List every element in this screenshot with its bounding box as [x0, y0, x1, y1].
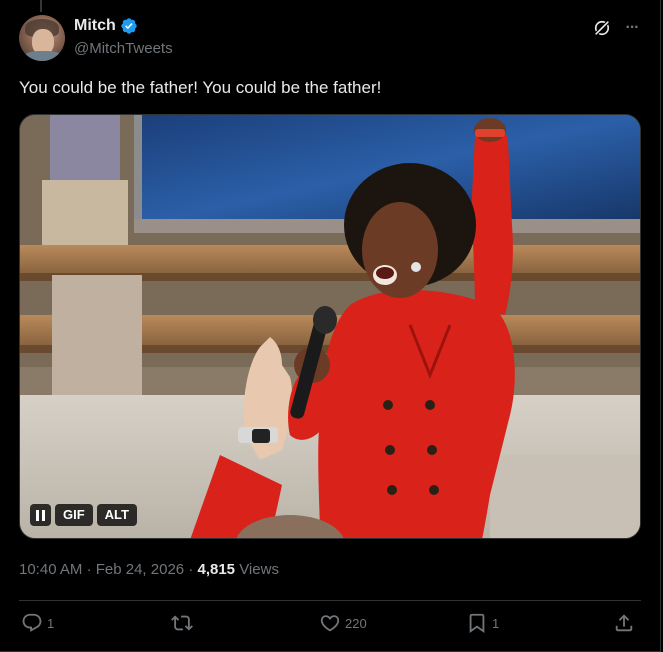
retweet-icon	[171, 615, 193, 631]
share-icon	[615, 614, 633, 632]
avatar[interactable]	[19, 15, 65, 61]
pause-icon	[36, 509, 45, 521]
gif-badge: GIF	[55, 504, 93, 526]
author-name-row: Mitch	[74, 17, 138, 35]
grok-icon[interactable]	[588, 14, 616, 42]
views-label: Views	[239, 561, 279, 578]
like-button[interactable]: 220	[319, 612, 367, 634]
share-button[interactable]	[613, 612, 635, 634]
reply-icon	[22, 613, 42, 632]
meta-separator: ·	[86, 561, 92, 578]
tweet-date[interactable]: Feb 24, 2026	[96, 561, 184, 578]
author-display-name[interactable]: Mitch	[74, 17, 116, 35]
verified-badge-icon[interactable]	[120, 17, 138, 35]
avatar-shirt	[23, 51, 63, 61]
retweet-button[interactable]	[171, 612, 197, 634]
bookmark-button[interactable]: 1	[466, 612, 499, 634]
more-glyph: ···	[625, 19, 640, 36]
tweet-meta: 10:40 AM · Feb 24, 2026 · 4,815 Views	[19, 561, 279, 578]
heart-icon	[320, 615, 340, 632]
bookmark-count: 1	[492, 615, 500, 631]
like-count: 220	[345, 615, 367, 631]
author-handle[interactable]: @MitchTweets	[74, 40, 173, 57]
reply-count: 1	[47, 615, 55, 631]
alt-text-button[interactable]: ALT	[96, 504, 137, 526]
views-count: 4,815	[197, 561, 236, 578]
gif-controls: GIF ALT	[30, 504, 137, 526]
tweet-media-gif[interactable]	[19, 114, 641, 539]
reply-button[interactable]: 1	[21, 612, 54, 634]
meta-separator: ·	[188, 561, 194, 578]
divider	[19, 600, 641, 601]
pause-button[interactable]	[30, 504, 51, 526]
action-bar: 1 220 1	[19, 612, 641, 642]
more-horizontal-icon[interactable]: ···	[618, 14, 646, 42]
gif-frame-illustration	[20, 115, 640, 538]
tweet-text: You could be the father! You could be th…	[19, 78, 382, 97]
thread-line	[40, 0, 42, 12]
tweet-time[interactable]: 10:40 AM	[19, 561, 82, 578]
bookmark-icon	[469, 613, 485, 634]
